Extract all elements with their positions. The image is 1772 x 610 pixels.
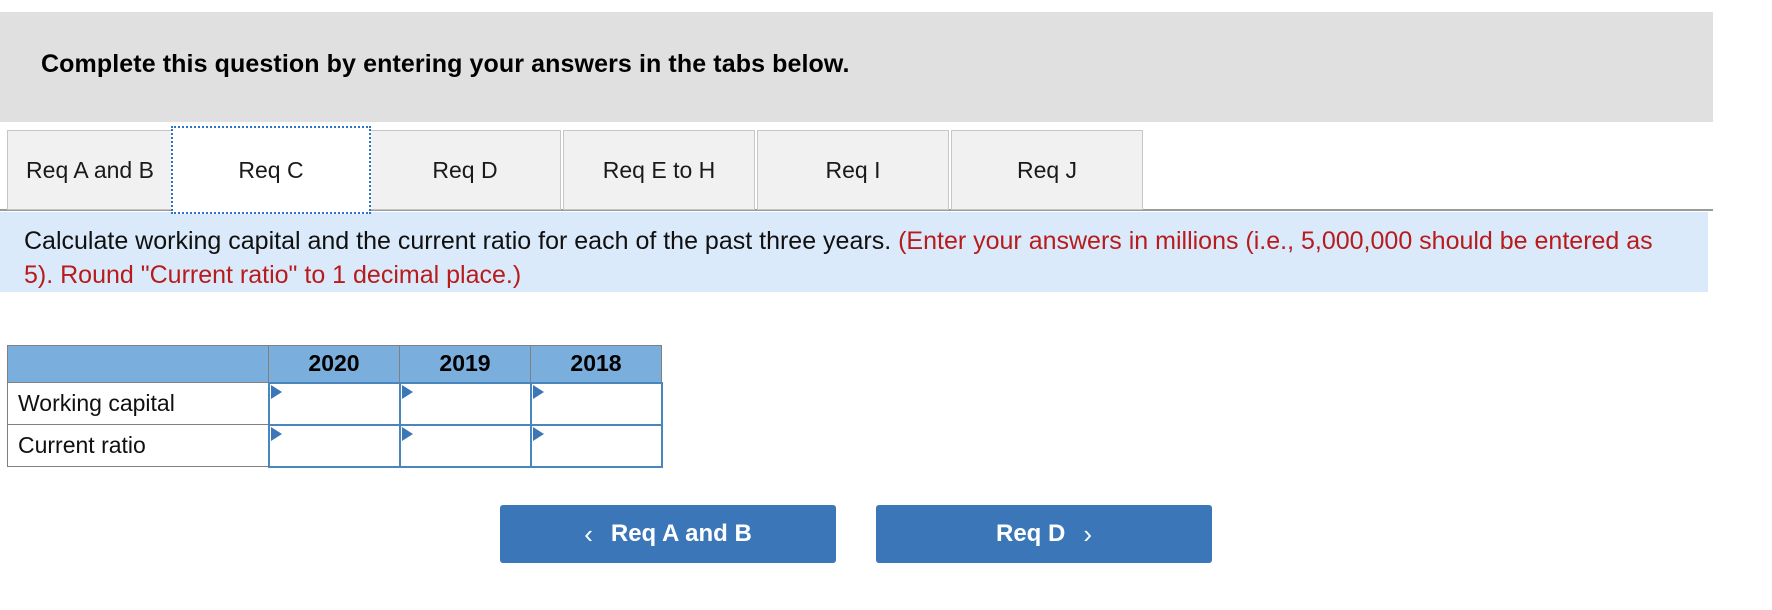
next-requirement-label: Req D [995,520,1066,547]
tab-req-i[interactable]: Req I [757,130,949,210]
input-current-ratio-2020[interactable] [269,425,399,466]
cell-working-capital-2018[interactable] [529,381,663,426]
column-header-2020: 2020 [268,345,400,383]
row-label-current-ratio: Current ratio [7,424,269,467]
answer-table: 2020 2019 2018 Working capital Current r… [7,345,663,468]
input-working-capital-2019[interactable] [400,383,530,424]
answer-table-head: 2020 2019 2018 [7,345,662,383]
cell-working-capital-2020[interactable] [267,381,401,426]
tab-req-j[interactable]: Req J [951,130,1143,210]
instruction-main: Calculate working capital and the curren… [24,227,899,255]
tab-req-e-to-h[interactable]: Req E to H [563,130,755,210]
tab-label: Req E to H [602,156,716,183]
cell-current-ratio-2019[interactable] [398,423,532,468]
instruction-text: Calculate working capital and the curren… [24,224,1684,292]
input-current-ratio-2019[interactable] [400,425,530,466]
row-label-working-capital: Working capital [7,382,269,425]
question-banner-text: Complete this question by entering your … [41,50,850,78]
answer-table-body: Working capital Current ratio [7,381,663,468]
input-working-capital-2020[interactable] [269,383,399,424]
chevron-left-icon: ‹ [584,519,593,549]
tab-label: Req C [238,156,304,183]
tab-req-d[interactable]: Req D [369,130,561,210]
tab-label: Req D [432,156,498,183]
prev-requirement-button[interactable]: ‹ Req A and B [500,505,836,563]
prev-requirement-label: Req A and B [610,520,752,547]
cell-current-ratio-2018[interactable] [529,423,663,468]
input-working-capital-2018[interactable] [531,383,661,424]
column-header-2018: 2018 [530,345,662,383]
tab-label: Req I [825,156,881,183]
column-header-2019: 2019 [399,345,531,383]
tab-req-a-and-b[interactable]: Req A and B [7,130,173,210]
cell-current-ratio-2020[interactable] [267,423,401,468]
requirement-tabs: Req A and B Req C Req D Req E to H Req I… [0,126,1772,214]
cell-working-capital-2019[interactable] [398,381,532,426]
chevron-right-icon: › [1083,519,1092,549]
requirement-navigation: ‹ Req A and B Req D › [0,505,1772,575]
tab-label: Req A and B [26,156,154,183]
input-current-ratio-2018[interactable] [531,425,661,466]
question-banner: Complete this question by entering your … [0,12,1713,122]
tab-label: Req J [1016,156,1078,183]
next-requirement-button[interactable]: Req D › [876,505,1212,563]
table-corner-cell [7,345,269,383]
table-row: Working capital [7,381,663,426]
tab-req-c[interactable]: Req C [171,126,371,214]
table-header-row: 2020 2019 2018 [7,345,662,383]
table-row: Current ratio [7,423,663,468]
instruction-panel: Calculate working capital and the curren… [0,212,1708,292]
